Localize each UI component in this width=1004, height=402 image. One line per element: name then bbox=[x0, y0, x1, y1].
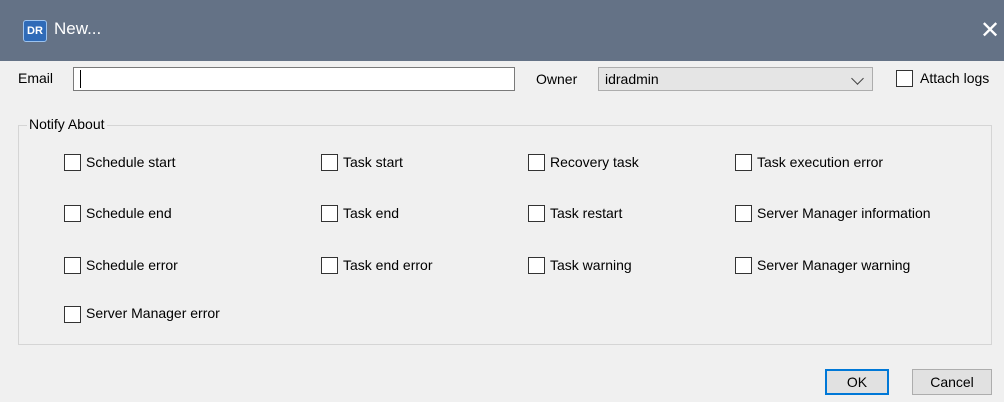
server-manager-warning-checkbox[interactable] bbox=[735, 257, 752, 274]
task-warning-checkbox[interactable] bbox=[528, 257, 545, 274]
email-label: Email bbox=[18, 70, 54, 86]
task-end-label: Task end bbox=[343, 205, 400, 221]
task-execution-error-checkbox[interactable] bbox=[735, 154, 752, 171]
ok-button[interactable]: OK bbox=[825, 369, 889, 395]
schedule-end-checkbox[interactable] bbox=[64, 205, 81, 222]
schedule-error-label: Schedule error bbox=[86, 257, 178, 273]
schedule-end-label: Schedule end bbox=[86, 205, 172, 221]
recovery-task-label: Recovery task bbox=[550, 154, 639, 170]
schedule-start-checkbox[interactable] bbox=[64, 154, 81, 171]
task-start-checkbox[interactable] bbox=[321, 154, 338, 171]
chevron-down-icon bbox=[851, 72, 864, 85]
close-button[interactable]: ✕ bbox=[976, 14, 1004, 48]
task-end-checkbox[interactable] bbox=[321, 205, 338, 222]
text-caret bbox=[80, 70, 81, 88]
server-manager-warning-label: Server Manager warning bbox=[757, 257, 911, 273]
schedule-start-label: Schedule start bbox=[86, 154, 176, 170]
server-manager-error-checkbox[interactable] bbox=[64, 306, 81, 323]
server-manager-information-checkbox[interactable] bbox=[735, 205, 752, 222]
task-start-label: Task start bbox=[343, 154, 403, 170]
schedule-error-checkbox[interactable] bbox=[64, 257, 81, 274]
app-logo-icon: DR bbox=[23, 20, 47, 42]
task-warning-label: Task warning bbox=[550, 257, 632, 273]
attach-logs-checkbox[interactable] bbox=[896, 70, 913, 87]
owner-label: Owner bbox=[536, 71, 578, 87]
task-execution-error-label: Task execution error bbox=[757, 154, 884, 170]
task-restart-label: Task restart bbox=[550, 205, 623, 221]
task-end-error-checkbox[interactable] bbox=[321, 257, 338, 274]
task-restart-checkbox[interactable] bbox=[528, 205, 545, 222]
server-manager-information-label: Server Manager information bbox=[757, 205, 931, 221]
title-bar: DR New... ✕ bbox=[0, 0, 1004, 61]
email-input[interactable] bbox=[73, 67, 515, 91]
window-title: New... bbox=[54, 19, 102, 38]
server-manager-error-label: Server Manager error bbox=[86, 305, 220, 321]
attach-logs-label: Attach logs bbox=[920, 70, 990, 86]
recovery-task-checkbox[interactable] bbox=[528, 154, 545, 171]
cancel-button[interactable]: Cancel bbox=[912, 369, 992, 395]
owner-dropdown[interactable]: idradmin bbox=[598, 67, 873, 91]
notify-about-title: Notify About bbox=[27, 116, 107, 132]
owner-selected-value: idradmin bbox=[605, 71, 659, 87]
task-end-error-label: Task end error bbox=[343, 257, 433, 273]
